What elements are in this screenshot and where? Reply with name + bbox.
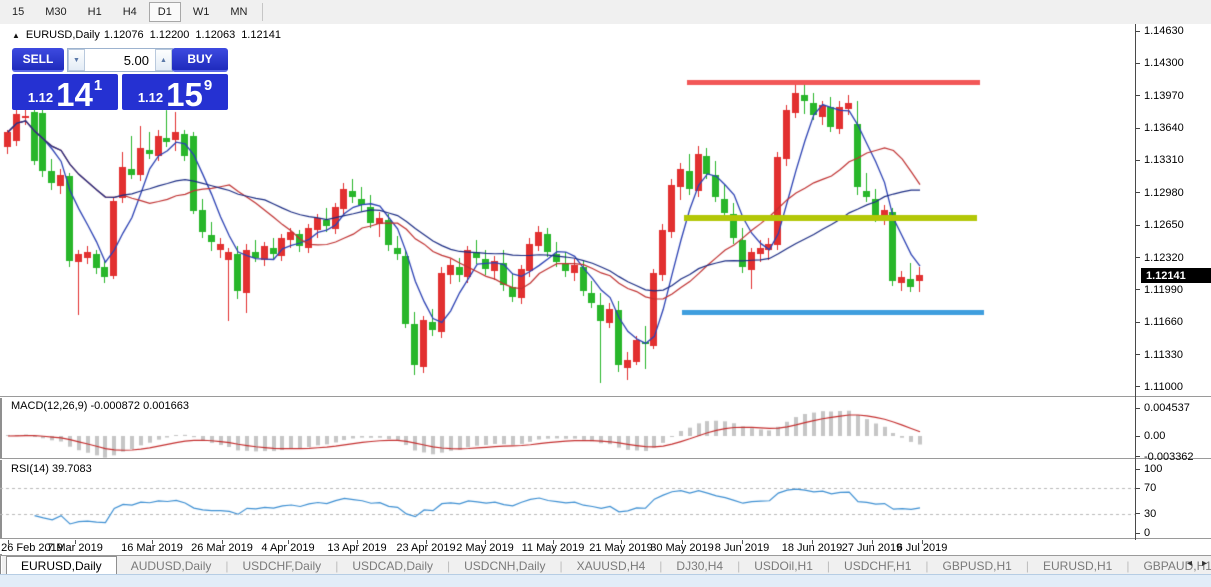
timeframe-bar: 15M30H1H4D1W1MN [0, 0, 1211, 25]
sell-button[interactable]: SELL [12, 48, 64, 72]
macd-axis-label: 0.004537 [1136, 401, 1211, 415]
macd-axis-label: 0.00 [1136, 429, 1211, 443]
axis-tick [1136, 225, 1140, 226]
date-axis-label: 21 May 2019 [589, 542, 653, 554]
low-value: 1.12063 [195, 29, 235, 41]
volume-spinner: ▼ ▲ [67, 48, 173, 72]
close-value: 1.12141 [241, 29, 281, 41]
date-axis-label: 4 Apr 2019 [261, 542, 314, 554]
tab-scroll-buttons: ◂ ▸ [1187, 558, 1207, 569]
high-value: 1.12200 [150, 29, 190, 41]
price-axis-label: 1.11000 [1136, 380, 1211, 394]
price-axis-label: 1.12320 [1136, 251, 1211, 265]
current-price-tag: 1.12141 [1141, 268, 1211, 283]
buy-price-point: 9 [204, 77, 212, 94]
timeframe-button-m30[interactable]: M30 [36, 2, 75, 22]
collapse-panel-icon[interactable]: ▲ [12, 31, 20, 40]
buy-price-pips: 15 [166, 80, 203, 110]
date-axis-label: 6 Jul 2019 [897, 542, 948, 554]
price-axis-label: 1.13970 [1136, 89, 1211, 103]
price-axis-label: 1.11990 [1136, 283, 1211, 297]
tabbar-grip [0, 556, 2, 575]
axis-tick [1136, 63, 1140, 64]
chart-tab-usdcad-daily[interactable]: USDCAD,Daily [338, 556, 447, 575]
axis-tick [1136, 192, 1140, 193]
date-axis-label: 13 Apr 2019 [327, 542, 386, 554]
tab-scroll-left-icon[interactable]: ◂ [1187, 558, 1192, 569]
buy-price-base: 1.12 [138, 90, 163, 105]
timeframe-button-15[interactable]: 15 [3, 2, 33, 22]
timeframe-button-d1[interactable]: D1 [149, 2, 181, 22]
date-axis-label: 23 Apr 2019 [396, 542, 455, 554]
chart-tab-usdcnh-daily[interactable]: USDCNH,Daily [450, 556, 559, 575]
date-axis-label: 8 Jun 2019 [715, 542, 769, 554]
axis-tick [1136, 289, 1140, 290]
chart-tab-bar: EURUSD,DailyAUDUSD,Daily|USDCHF,Daily|US… [0, 555, 1211, 575]
sell-price-pips: 14 [56, 80, 93, 110]
price-axis-label: 1.12650 [1136, 218, 1211, 232]
mt4-window: 15M30H1H4D1W1MN ▲ EURUSD,Daily 1.12076 1… [0, 0, 1211, 587]
timeframe-button-h1[interactable]: H1 [79, 2, 111, 22]
chart-tab-xauusd-h4[interactable]: XAUUSD,H4 [563, 556, 660, 575]
axis-tick [1136, 31, 1140, 32]
date-axis-label: 26 Mar 2019 [191, 542, 253, 554]
axis-tick [1136, 386, 1140, 387]
date-axis-label: 30 May 2019 [650, 542, 714, 554]
buy-quote[interactable]: 1.12 15 9 [122, 74, 228, 110]
axis-tick [1136, 160, 1140, 161]
price-axis-label: 1.13310 [1136, 153, 1211, 167]
symbol-label: EURUSD,Daily [26, 29, 100, 41]
rsi-axis-label: 0 [1136, 526, 1211, 540]
volume-increase-button[interactable]: ▲ [155, 49, 172, 71]
sell-price-base: 1.12 [28, 90, 53, 105]
volume-decrease-button[interactable]: ▼ [68, 49, 85, 71]
date-axis-label: 2 May 2019 [456, 542, 513, 554]
chart-tab-gbpusd-h1[interactable]: GBPUSD,H1 [929, 556, 1026, 575]
buy-button[interactable]: BUY [172, 48, 228, 72]
chart-tab-usdchf-daily[interactable]: USDCHF,Daily [229, 556, 336, 575]
rsi-label: RSI(14) 39.7083 [11, 463, 92, 475]
chart-tab-usdoil-h1[interactable]: USDOil,H1 [740, 556, 827, 575]
macd-label: MACD(12,26,9) -0.000872 0.001663 [11, 400, 189, 412]
tab-scroll-right-icon[interactable]: ▸ [1202, 558, 1207, 569]
price-axis-label: 1.11330 [1136, 348, 1211, 362]
open-value: 1.12076 [104, 29, 144, 41]
toolbar-separator [262, 3, 263, 21]
chart-tab-dj30-h4[interactable]: DJ30,H4 [662, 556, 737, 575]
date-axis-label: 16 Mar 2019 [121, 542, 183, 554]
timeframe-button-w1[interactable]: W1 [184, 2, 219, 22]
price-axis-label: 1.14630 [1136, 24, 1211, 38]
date-axis[interactable]: 26 Feb 20197 Mar 201916 Mar 201926 Mar 2… [0, 540, 1135, 554]
chart-tab-eurusd-h1[interactable]: EURUSD,H1 [1029, 556, 1126, 575]
status-strip [0, 574, 1211, 587]
sell-quote[interactable]: 1.12 14 1 [12, 74, 118, 110]
price-axis-label: 1.13640 [1136, 121, 1211, 135]
rsi-axis-label: 30 [1136, 507, 1211, 521]
rsi-pane-canvas[interactable] [0, 460, 1135, 538]
price-axis-label: 1.12980 [1136, 186, 1211, 200]
axis-tick [1136, 128, 1140, 129]
chart-title: ▲ EURUSD,Daily 1.12076 1.12200 1.12063 1… [12, 29, 283, 41]
rsi-axis-label: 70 [1136, 481, 1211, 495]
axis-tick [1136, 354, 1140, 355]
chart-tab-eurusd-daily[interactable]: EURUSD,Daily [6, 556, 117, 575]
date-axis-label: 7 Mar 2019 [47, 542, 103, 554]
date-axis-label: 27 Jun 2019 [842, 542, 903, 554]
chart-tab-usdchf-h1[interactable]: USDCHF,H1 [830, 556, 925, 575]
chart-tab-audusd-daily[interactable]: AUDUSD,Daily [117, 556, 226, 575]
date-axis-label: 11 May 2019 [522, 542, 585, 554]
axis-tick [1136, 95, 1140, 96]
axis-tick [1136, 257, 1140, 258]
date-axis-label: 18 Jun 2019 [782, 542, 843, 554]
one-click-trade-panel: SELL ▼ ▲ BUY 1.12 14 1 1.12 15 9 [10, 46, 230, 110]
rsi-axis-label: 100 [1136, 462, 1211, 476]
price-axis-label: 1.14300 [1136, 56, 1211, 70]
timeframe-button-mn[interactable]: MN [221, 2, 256, 22]
axis-tick [1136, 322, 1140, 323]
timeframe-button-h4[interactable]: H4 [114, 2, 146, 22]
price-axis-label: 1.11660 [1136, 315, 1211, 329]
sell-price-point: 1 [94, 77, 102, 94]
volume-input[interactable] [85, 49, 155, 71]
